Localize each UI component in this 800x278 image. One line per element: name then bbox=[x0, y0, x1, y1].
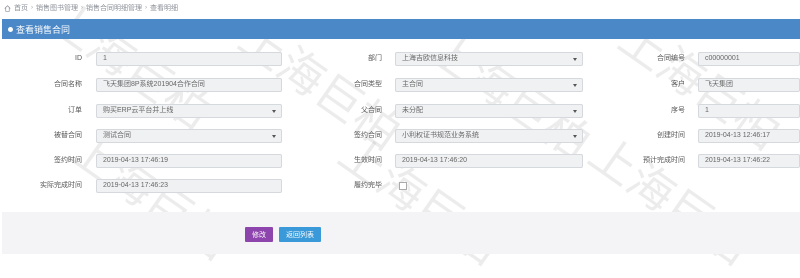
field-label-sequence: 序号 bbox=[671, 107, 685, 114]
field-label-order: 订单 bbox=[68, 107, 82, 114]
panel-title: 查看销售合同 bbox=[16, 24, 71, 35]
breadcrumb-item-contract-details[interactable]: 销售合同明细管理 bbox=[86, 3, 142, 13]
signed-contract-select[interactable]: 小利权证书规范业务系统 bbox=[395, 129, 583, 143]
chevron-right-icon: › bbox=[81, 5, 83, 11]
field-label-contract-type: 合同类型 bbox=[354, 81, 382, 88]
order-select[interactable]: 购买ERP云平台并上线 bbox=[96, 104, 282, 118]
field-label-effective-time: 生效时间 bbox=[354, 157, 382, 164]
field-label-department: 部门 bbox=[368, 55, 382, 62]
breadcrumb-item-view-detail: 查看明细 bbox=[150, 5, 178, 12]
expected-finish-field[interactable]: 2019-04-13 17:46:22 bbox=[698, 154, 800, 168]
field-label-parent-contract: 父合同 bbox=[361, 107, 382, 114]
sequence-field[interactable]: 1 bbox=[698, 104, 800, 118]
customer-field[interactable]: 飞天集团 bbox=[698, 78, 800, 92]
chevron-right-icon: › bbox=[145, 5, 147, 11]
sign-time-field[interactable]: 2019-04-13 17:46:19 bbox=[96, 154, 282, 168]
contract-no-field[interactable]: c00000001 bbox=[698, 52, 800, 66]
parent-contract-select[interactable]: 未分配 bbox=[395, 104, 583, 118]
id-field[interactable]: 1 bbox=[96, 52, 282, 66]
field-label-signed-contract: 签约合同 bbox=[354, 132, 382, 139]
home-icon[interactable] bbox=[4, 4, 11, 12]
field-label-expected-finish: 预计完成时间 bbox=[643, 157, 685, 164]
contract-type-select[interactable]: 主合同 bbox=[395, 78, 583, 92]
field-label-fulfilled: 履约完毕 bbox=[354, 182, 382, 189]
department-select[interactable]: 上海吉欧信息科技 bbox=[395, 52, 583, 66]
field-label-created-time: 创建时间 bbox=[657, 132, 685, 139]
field-label-replaced-contract: 被替合同 bbox=[54, 132, 82, 139]
field-label-actual-finish: 实际完成时间 bbox=[40, 182, 82, 189]
chevron-right-icon: › bbox=[31, 5, 33, 11]
back-to-list-button[interactable]: 返回列表 bbox=[279, 227, 321, 242]
field-label-sign-time: 签约时间 bbox=[54, 157, 82, 164]
replaced-contract-select[interactable]: 测试合同 bbox=[96, 129, 282, 143]
field-label-id: ID bbox=[75, 55, 82, 62]
form-footer bbox=[2, 212, 800, 254]
effective-time-field[interactable]: 2019-04-13 17:46:20 bbox=[395, 154, 583, 168]
breadcrumb-item-sales-books[interactable]: 销售图书管理 bbox=[36, 3, 78, 13]
contract-form: ID 1 部门 上海吉欧信息科技 合同编号 c00000001 合同名称 飞天集… bbox=[2, 40, 800, 200]
created-time-field[interactable]: 2019-04-13 12:46:17 bbox=[698, 129, 800, 143]
field-label-contract-name: 合同名称 bbox=[54, 81, 82, 88]
field-label-customer: 客户 bbox=[671, 81, 685, 88]
panel-icon bbox=[8, 26, 13, 32]
panel-header: 查看销售合同 bbox=[2, 19, 800, 39]
actual-finish-field[interactable]: 2019-04-13 17:46:23 bbox=[96, 179, 282, 193]
breadcrumb-item-home[interactable]: 首页 bbox=[14, 3, 28, 13]
contract-name-field[interactable]: 飞天集团8P系统201904合作合同 bbox=[96, 78, 282, 92]
fulfilled-checkbox[interactable] bbox=[399, 182, 407, 190]
edit-button[interactable]: 修改 bbox=[245, 227, 273, 242]
field-label-contract-no: 合同编号 bbox=[657, 55, 685, 62]
breadcrumb: 首页 › 销售图书管理 › 销售合同明细管理 › 查看明细 bbox=[0, 0, 800, 16]
